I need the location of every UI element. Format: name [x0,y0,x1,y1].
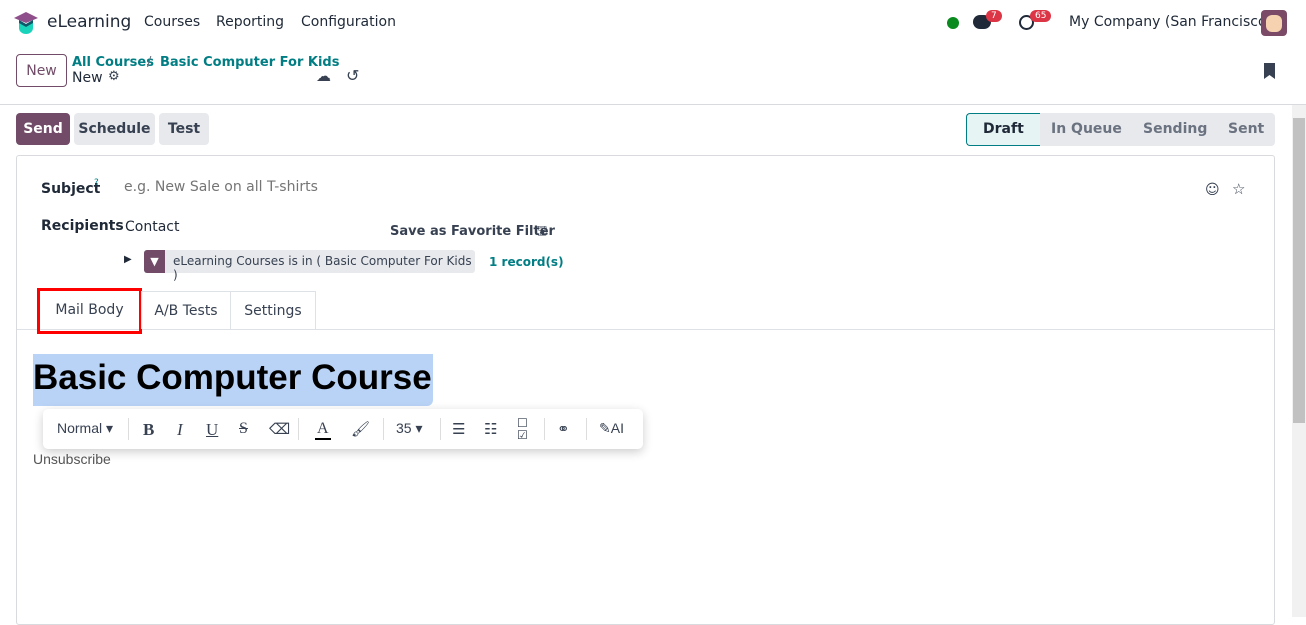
record-count-link[interactable]: 1 record(s) [489,255,564,269]
font-size-dropdown[interactable]: 35 ▾ [396,420,423,437]
record-name: New [72,70,103,86]
presence-status-icon [947,17,959,29]
new-button[interactable]: New [16,54,67,87]
subject-help-icon[interactable]: ? [94,178,99,188]
highlight-box [37,288,142,334]
unsubscribe-link[interactable]: Unsubscribe [33,451,111,467]
save-icon: 🖫 [536,224,548,239]
menu-reporting[interactable]: Reporting [216,14,284,30]
divider [0,104,1306,105]
recipients-label: Recipients [41,218,124,234]
company-switcher[interactable]: My Company (San Francisco) [1069,14,1272,30]
gear-icon[interactable]: ⚙ [108,69,120,84]
user-avatar[interactable] [1261,10,1287,36]
stage-sent[interactable]: Sent [1228,121,1264,137]
test-button[interactable]: Test [159,113,209,145]
elearning-logo-icon [14,12,38,34]
strikethrough-button[interactable]: S [239,420,248,438]
editor-toolbar: Normal ▾ B I U S ⌫ A 🖌 35 ▾ ☰ ☷ ☐ ☑ ⚭ ✎AI [43,409,643,449]
status-bar: Draft In Queue Sending Sent [966,113,1275,146]
app-name[interactable]: eLearning [47,12,131,32]
breadcrumb-all-courses[interactable]: All Courses [72,55,154,70]
menu-configuration[interactable]: Configuration [301,14,396,30]
emoji-icon[interactable]: ☺ [1205,182,1220,198]
save-favorite-filter-link[interactable]: Save as Favorite Filter [390,224,555,239]
activities-badge: 65 [1030,10,1052,22]
checklist-icon[interactable]: ☐ ☑ [517,417,528,441]
bold-button[interactable]: B [143,420,154,440]
top-navbar: eLearning Courses Reporting Configuratio… [0,0,1306,46]
schedule-button[interactable]: Schedule [74,113,155,145]
breadcrumb-course[interactable]: Basic Computer For Kids [160,55,339,70]
filter-text: eLearning Courses is in ( Basic Computer… [173,254,472,282]
link-icon[interactable]: ⚭ [557,420,570,438]
bookmark-icon[interactable] [1264,63,1275,79]
subject-input[interactable] [124,179,1184,195]
send-button[interactable]: Send [16,113,70,145]
scrollbar[interactable] [1292,105,1306,617]
discard-icon[interactable]: ↺ [346,66,359,85]
tab-settings[interactable]: Settings [230,291,316,329]
filter-icon: ▼ [144,250,165,273]
save-cloud-icon[interactable]: ☁ [316,67,331,85]
menu-courses[interactable]: Courses [144,14,200,30]
text-style-dropdown[interactable]: Normal ▾ [57,420,113,437]
underline-button[interactable]: U [206,420,218,440]
subject-label: Subject [41,181,101,197]
bullet-list-icon[interactable]: ☰ [452,420,465,438]
numbered-list-icon[interactable]: ☷ [484,420,497,438]
paintbrush-icon[interactable]: 🖌 [351,420,370,438]
domain-filter-tag[interactable]: ▼ eLearning Courses is in ( Basic Comput… [144,250,475,282]
breadcrumb-separator: / [147,55,152,70]
stage-in-queue[interactable]: In Queue [1051,121,1122,137]
mail-heading[interactable]: Basic Computer Course [33,358,432,398]
italic-button[interactable]: I [177,420,183,440]
expand-caret-icon[interactable]: ▶ [124,254,132,265]
tab-ab-tests[interactable]: A/B Tests [141,291,231,329]
star-icon[interactable]: ☆ [1232,180,1245,198]
ai-button[interactable]: ✎AI [599,420,624,437]
recipients-select[interactable]: Contact [125,219,179,235]
stage-sending[interactable]: Sending [1143,121,1207,137]
stage-draft[interactable]: Draft [983,121,1024,137]
eraser-icon[interactable]: ⌫ [269,420,290,438]
font-color-icon[interactable]: A [315,420,331,440]
messages-badge: 7 [986,10,1002,22]
